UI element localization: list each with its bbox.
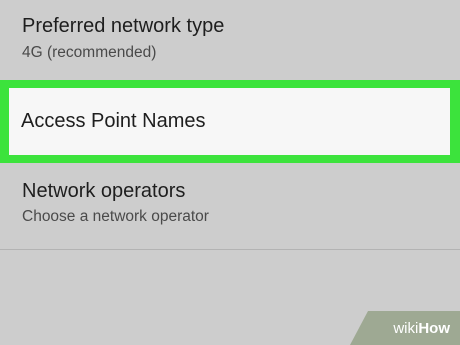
divider [0,249,460,250]
network-operators-item[interactable]: Network operators Choose a network opera… [0,168,460,250]
highlight-box: Access Point Names [0,80,460,163]
preferred-network-type-value: 4G (recommended) [22,44,157,61]
access-point-names-title: Access Point Names [21,110,206,132]
watermark-how: How [418,320,450,337]
wikihow-watermark: wikiHow [393,320,450,337]
network-operators-subtitle: Choose a network operator [22,208,209,225]
settings-screen: Preferred network type 4G (recommended) … [0,0,460,345]
preferred-network-type-title: Preferred network type [22,15,225,37]
access-point-names-item[interactable]: Access Point Names [9,88,450,155]
watermark-wiki: wiki [393,320,419,337]
preferred-network-type-item[interactable]: Preferred network type 4G (recommended) [0,0,460,80]
network-operators-title: Network operators [22,180,186,202]
